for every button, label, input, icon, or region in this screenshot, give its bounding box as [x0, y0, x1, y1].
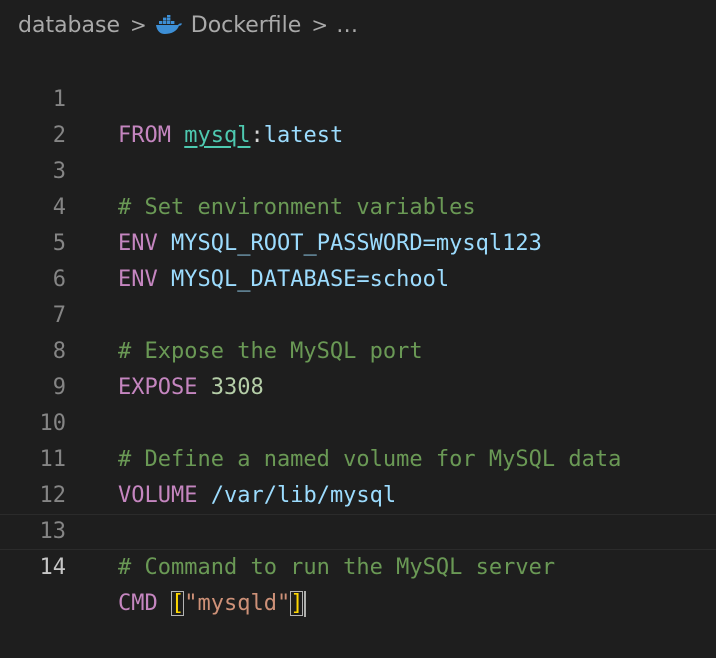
code-line[interactable]: 11 VOLUME /var/lib/mysql	[0, 406, 716, 508]
code-line[interactable]: 9	[0, 334, 716, 400]
breadcrumb-ellipsis[interactable]: …	[336, 13, 358, 38]
code-line[interactable]: 10 # Define a named volume for MySQL dat…	[0, 370, 716, 472]
breadcrumb-separator: >	[130, 13, 147, 37]
string-token: "mysqld"	[184, 591, 291, 616]
code-line-current[interactable]: 14 CMD ["mysqld"]	[0, 514, 716, 617]
code-content: CMD ["mysqld"]	[118, 586, 307, 622]
comment-token: # Command to run the MySQL server	[118, 555, 556, 580]
breadcrumb: database > Dockerfile > …	[0, 0, 716, 50]
code-editor[interactable]: 1 FROM mysql:latest 2 3 # Set environmen…	[0, 46, 716, 617]
code-line[interactable]: 5 ENV MYSQL_DATABASE=school	[0, 190, 716, 292]
line-number: 14	[39, 555, 67, 580]
code-line[interactable]: 12	[0, 442, 716, 508]
breadcrumb-file[interactable]: Dockerfile	[191, 13, 302, 38]
keyword-token: CMD	[118, 591, 158, 616]
code-line[interactable]: 8 EXPOSE 3308	[0, 298, 716, 400]
docker-whale-icon	[155, 14, 183, 35]
code-line[interactable]: 3 # Set environment variables	[0, 118, 716, 220]
breadcrumb-folder[interactable]: database	[18, 13, 120, 38]
code-line[interactable]: 7 # Expose the MySQL port	[0, 262, 716, 364]
text-cursor	[304, 591, 307, 617]
close-bracket-token: ]	[290, 591, 304, 616]
code-line[interactable]: 4 ENV MYSQL_ROOT_PASSWORD=mysql123	[0, 154, 716, 256]
breadcrumb-separator: >	[311, 13, 329, 37]
open-bracket-token: [	[171, 591, 185, 616]
code-line[interactable]: 1 FROM mysql:latest	[0, 46, 716, 148]
code-line[interactable]: 13 # Command to run the MySQL server	[0, 478, 716, 580]
code-line[interactable]: 6	[0, 226, 716, 292]
code-line[interactable]: 2	[0, 82, 716, 148]
